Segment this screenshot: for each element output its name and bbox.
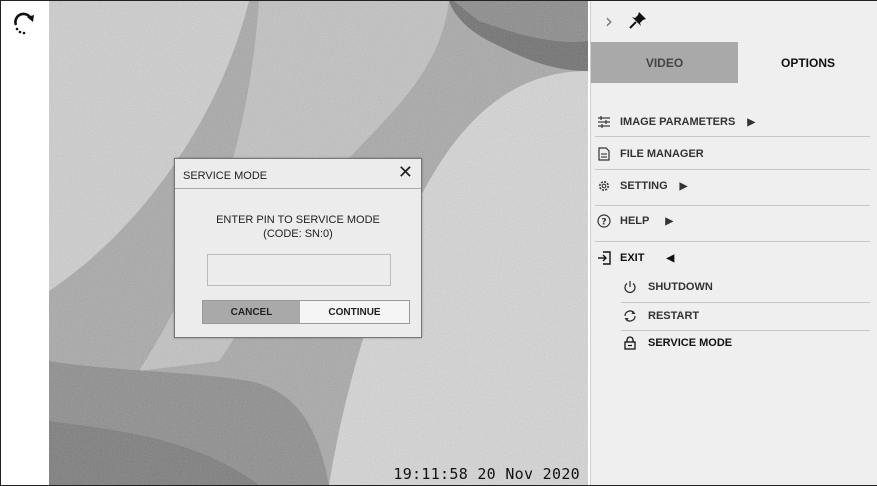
menu-divider <box>595 136 870 137</box>
menu-item-help[interactable]: ? HELP ▶ <box>595 206 673 236</box>
menu-item-shutdown[interactable]: SHUTDOWN <box>621 272 713 302</box>
tab-options[interactable]: OPTIONS <box>738 42 877 83</box>
pin-input[interactable] <box>207 254 391 286</box>
svg-text:?: ? <box>601 218 606 228</box>
file-icon <box>595 145 613 163</box>
panel-header: › <box>591 1 877 41</box>
triangle-right-icon: ▶ <box>665 215 674 227</box>
menu-divider <box>595 241 870 242</box>
dialog-message: ENTER PIN TO SERVICE MODE (CODE: SN:0) <box>175 213 421 241</box>
menu-item-image-parameters[interactable]: IMAGE PARAMETERS ▶ <box>595 107 755 137</box>
dialog-message-line2: (CODE: SN:0) <box>263 228 333 240</box>
left-toolbar <box>1 1 49 485</box>
video-timestamp: 19:11:58 20 Nov 2020 <box>393 465 580 483</box>
options-panel: › VIDEO OPTIONS IMAGE PARAMETERS ▶ FILE … <box>590 1 877 485</box>
power-icon <box>621 278 639 296</box>
menu-item-service-mode[interactable]: SERVICE MODE <box>621 328 732 358</box>
exit-icon <box>595 249 613 267</box>
triangle-right-icon: ▶ <box>679 180 688 192</box>
menu-item-restart[interactable]: RESTART <box>621 301 699 331</box>
rotate-icon[interactable] <box>11 10 37 36</box>
menu-item-setting[interactable]: SETTING ▶ <box>595 171 687 201</box>
cancel-button[interactable]: CANCEL <box>203 301 300 323</box>
dialog-divider <box>175 188 421 189</box>
continue-button[interactable]: CONTINUE <box>300 301 409 323</box>
help-icon: ? <box>595 212 613 230</box>
menu-label-exit: EXIT <box>620 252 645 264</box>
menu-label-shutdown: SHUTDOWN <box>648 281 713 293</box>
tab-video[interactable]: VIDEO <box>591 42 738 83</box>
gear-icon <box>595 177 613 195</box>
pin-icon[interactable] <box>629 11 647 29</box>
panel-tabs: VIDEO OPTIONS <box>591 42 877 83</box>
lock-icon <box>621 334 639 352</box>
chevron-right-icon[interactable]: › <box>605 9 613 33</box>
service-mode-dialog: SERVICE MODE ✕ ENTER PIN TO SERVICE MODE… <box>174 158 422 338</box>
menu-label-setting: SETTING <box>620 180 668 192</box>
menu-divider <box>595 169 870 170</box>
dialog-buttons: CANCEL CONTINUE <box>202 300 410 324</box>
menu-label-restart: RESTART <box>648 310 700 322</box>
triangle-right-icon: ▶ <box>747 116 756 128</box>
restart-icon <box>621 307 639 325</box>
triangle-left-icon: ◀ <box>666 252 675 264</box>
menu-label-help: HELP <box>620 215 650 227</box>
menu-label-image-parameters: IMAGE PARAMETERS <box>620 116 736 128</box>
close-icon[interactable]: ✕ <box>398 164 413 182</box>
dialog-title: SERVICE MODE <box>183 170 268 182</box>
dialog-message-line1: ENTER PIN TO SERVICE MODE <box>216 214 380 226</box>
menu-label-file-manager: FILE MANAGER <box>620 148 704 160</box>
menu-item-file-manager[interactable]: FILE MANAGER <box>595 139 704 169</box>
menu-item-exit[interactable]: EXIT ◀ <box>595 243 674 273</box>
sliders-icon <box>595 113 613 131</box>
menu-label-service-mode: SERVICE MODE <box>648 337 733 349</box>
